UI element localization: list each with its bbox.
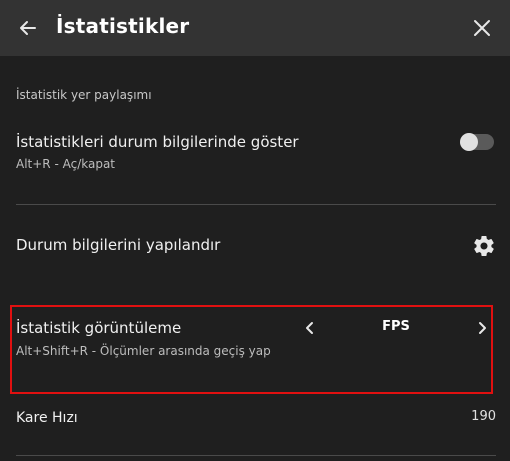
arrow-left-icon bbox=[20, 21, 36, 35]
gear-icon bbox=[474, 236, 494, 257]
show-stats-toggle[interactable] bbox=[460, 133, 494, 151]
chevron-left-icon bbox=[306, 322, 313, 334]
section-label: İstatistik yer paylaşımı bbox=[16, 88, 152, 102]
header-bar: İstatistikler bbox=[0, 0, 510, 56]
close-button[interactable] bbox=[468, 14, 496, 42]
toggle-knob bbox=[460, 133, 478, 151]
configure-button[interactable] bbox=[472, 234, 496, 258]
show-stats-title: İstatistikleri durum bilgilerinde göster bbox=[16, 133, 299, 151]
selected-metric-value: FPS bbox=[382, 319, 410, 334]
next-metric-button[interactable] bbox=[474, 320, 490, 336]
divider bbox=[16, 204, 496, 205]
stats-display-shortcut: Alt+Shift+R - Ölçümler arasında geçiş ya… bbox=[16, 344, 271, 358]
configure-status-title: Durum bilgilerini yapılandır bbox=[16, 236, 221, 254]
stats-display-title: İstatistik görüntüleme bbox=[16, 319, 182, 337]
divider bbox=[16, 455, 496, 456]
back-button[interactable] bbox=[14, 14, 42, 42]
chevron-right-icon bbox=[479, 322, 486, 334]
frame-rate-label: Kare Hızı bbox=[16, 410, 78, 426]
page-title: İstatistikler bbox=[56, 14, 190, 38]
close-icon bbox=[474, 20, 490, 36]
frame-rate-value: 190 bbox=[471, 409, 496, 424]
show-stats-shortcut: Alt+R - Aç/kapat bbox=[16, 157, 116, 171]
previous-metric-button[interactable] bbox=[302, 320, 318, 336]
